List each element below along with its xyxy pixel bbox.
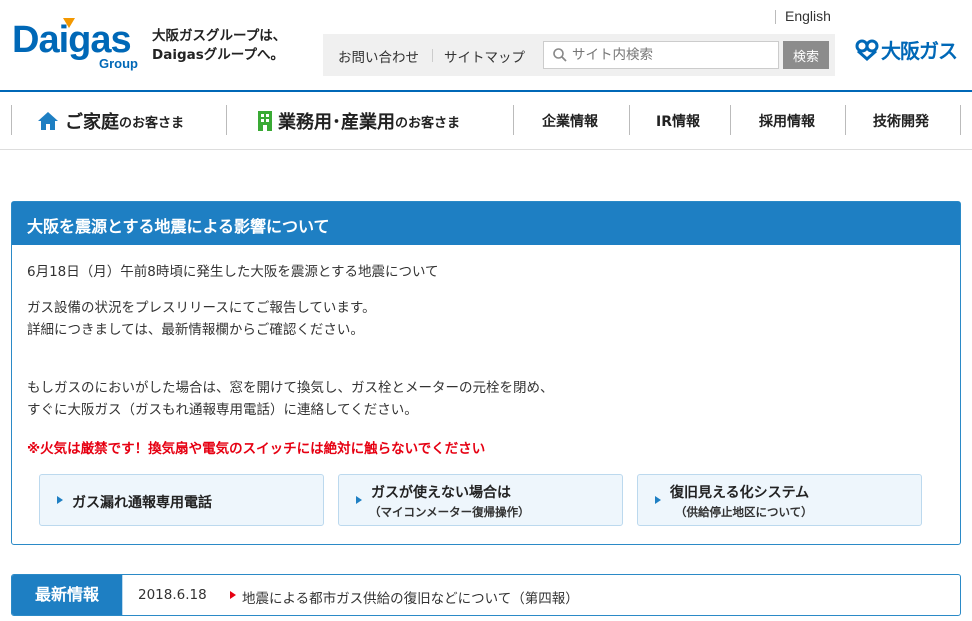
tagline-line-2: Daigasグループへ。 xyxy=(152,47,284,63)
arrow-right-icon xyxy=(57,496,63,504)
nav-home-customers[interactable]: ご家庭 のお客さま xyxy=(37,92,184,150)
building-icon xyxy=(258,111,272,131)
nav-home-label: ご家庭 xyxy=(65,112,119,133)
news-item-link[interactable]: 地震による都市ガス供給の復旧などについて（第四報） xyxy=(242,587,579,607)
nav-business-sublabel: のお客さま xyxy=(395,115,461,131)
notice-title: 大阪を震源とする地震による影響について xyxy=(12,202,960,245)
recovery-visualization-button[interactable]: 復旧見える化システム （供給停止地区について） xyxy=(637,474,922,526)
nav-business-label: 業務用･産業用 xyxy=(278,112,395,133)
notice-line-3: 詳細につきましては、最新情報欄からご確認ください。 xyxy=(27,322,364,338)
nav-divider xyxy=(960,105,961,135)
nav-divider xyxy=(226,105,227,135)
contact-link[interactable]: お問い合わせ xyxy=(338,46,419,66)
nav-recruit-info[interactable]: 採用情報 xyxy=(759,92,815,150)
logo-group-text: Group xyxy=(99,56,138,71)
button-label: ガスが使えない場合は xyxy=(371,485,511,501)
gas-leak-hotline-button[interactable]: ガス漏れ通報専用電話 xyxy=(39,474,324,526)
nav-divider xyxy=(11,105,12,135)
button-label: ガス漏れ通報専用電話 xyxy=(72,495,212,511)
house-icon xyxy=(38,112,58,130)
osaka-gas-wordmark: 大阪ガス xyxy=(881,38,958,63)
nav-divider xyxy=(730,105,731,135)
fire-warning: ※火気は厳禁です！換気扇や電気のスイッチには絶対に触らないでください xyxy=(27,441,486,457)
util-divider xyxy=(432,49,433,62)
nav-divider xyxy=(629,105,630,135)
news-date: 2018.6.18 xyxy=(138,587,207,603)
search-button[interactable]: 検索 xyxy=(783,41,829,69)
earthquake-notice: 大阪を震源とする地震による影響について 6月18日（月）午前8時頃に発生した大阪… xyxy=(11,201,961,545)
button-sublabel: （マイコンメーター復帰操作） xyxy=(369,505,530,519)
search-icon xyxy=(553,48,567,62)
nav-home-sublabel: のお客さま xyxy=(119,115,185,131)
arrow-right-icon xyxy=(230,591,236,599)
notice-line-1: 6月18日（月）午前8時頃に発生した大阪を震源とする地震について xyxy=(27,264,439,280)
news-label: 最新情報 xyxy=(12,575,122,615)
news-divider xyxy=(122,575,123,615)
english-link[interactable]: English xyxy=(785,8,831,24)
utility-bar: お問い合わせ サイトマップ 検索 xyxy=(323,34,835,76)
group-tagline: 大阪ガスグループは、 Daigasグループへ。 xyxy=(152,27,286,65)
osaka-gas-mark-icon xyxy=(855,39,879,61)
tagline-line-1: 大阪ガスグループは、 xyxy=(152,28,287,44)
osaka-gas-logo[interactable]: 大阪ガス xyxy=(855,36,958,63)
search-input[interactable] xyxy=(572,42,777,68)
button-label: 復旧見える化システム xyxy=(670,485,810,501)
gas-unavailable-button[interactable]: ガスが使えない場合は （マイコンメーター復帰操作） xyxy=(338,474,623,526)
arrow-right-icon xyxy=(655,496,661,504)
logo-wordmark: Daigas xyxy=(12,19,132,61)
search-box[interactable] xyxy=(543,41,779,69)
daigas-logo[interactable]: Daigas Group xyxy=(12,18,138,72)
nav-corporate-info[interactable]: 企業情報 xyxy=(542,92,598,150)
notice-line-4: もしガスのにおいがした場合は、窓を開けて換気し、ガス栓とメーターの元栓を閉め、 xyxy=(27,380,554,396)
latest-news: 最新情報 2018.6.18 地震による都市ガス供給の復旧などについて（第四報） xyxy=(11,574,961,616)
sitemap-link[interactable]: サイトマップ xyxy=(444,46,525,66)
nav-business-customers[interactable]: 業務用･産業用 のお客さま xyxy=(258,92,460,150)
global-nav: ご家庭 のお客さま 業務用･産業用 のお客さま 企業情報 IR情報 採用情報 技… xyxy=(0,92,972,150)
notice-line-5: すぐに大阪ガス（ガスもれ通報専用電話）に連絡してください。 xyxy=(27,402,418,418)
nav-technology[interactable]: 技術開発 xyxy=(873,92,929,150)
nav-divider xyxy=(513,105,514,135)
button-sublabel: （供給停止地区について） xyxy=(675,505,813,519)
site-header: Daigas Group 大阪ガスグループは、 Daigasグループへ。 Eng… xyxy=(0,0,972,90)
english-divider xyxy=(775,10,776,24)
notice-line-2: ガス設備の状況をプレスリリースにてご報告しています。 xyxy=(27,300,376,316)
arrow-right-icon xyxy=(356,496,362,504)
nav-divider xyxy=(845,105,846,135)
nav-ir-info[interactable]: IR情報 xyxy=(656,92,700,150)
